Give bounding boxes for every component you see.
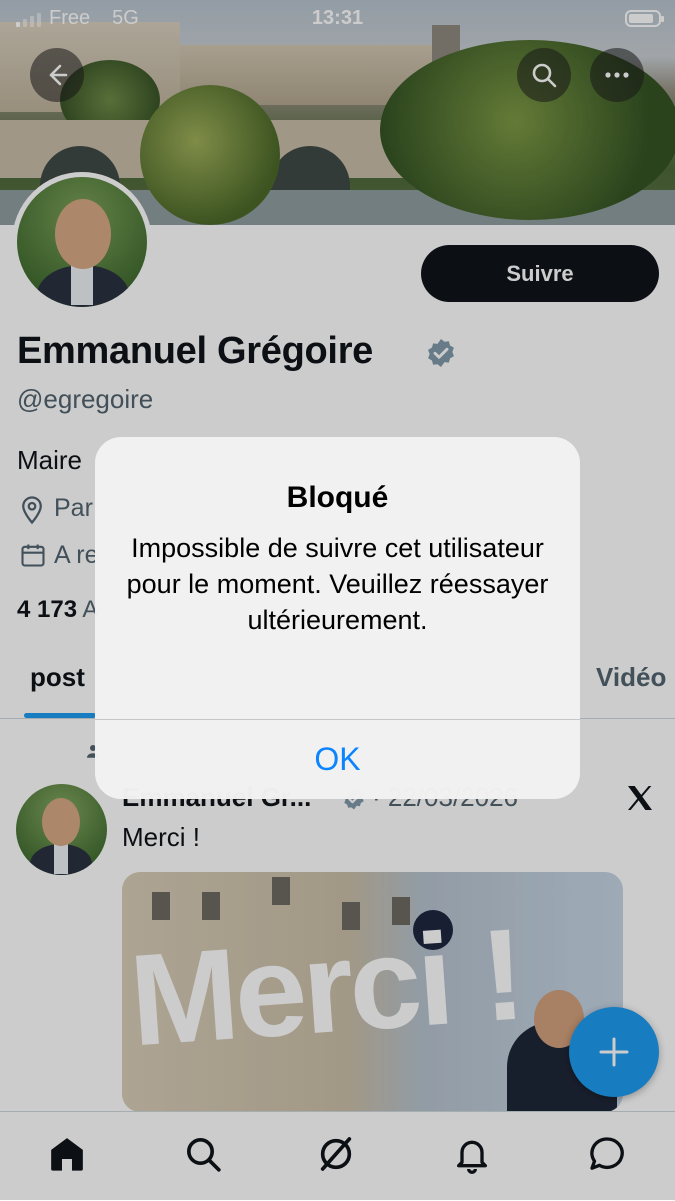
alert-ok-button[interactable]: OK: [95, 720, 580, 799]
blocked-alert: Bloqué Impossible de suivre cet utilisat…: [95, 437, 580, 799]
alert-title: Bloqué: [286, 481, 389, 514]
alert-message: Impossible de suivre cet utilisateur pou…: [126, 533, 549, 635]
